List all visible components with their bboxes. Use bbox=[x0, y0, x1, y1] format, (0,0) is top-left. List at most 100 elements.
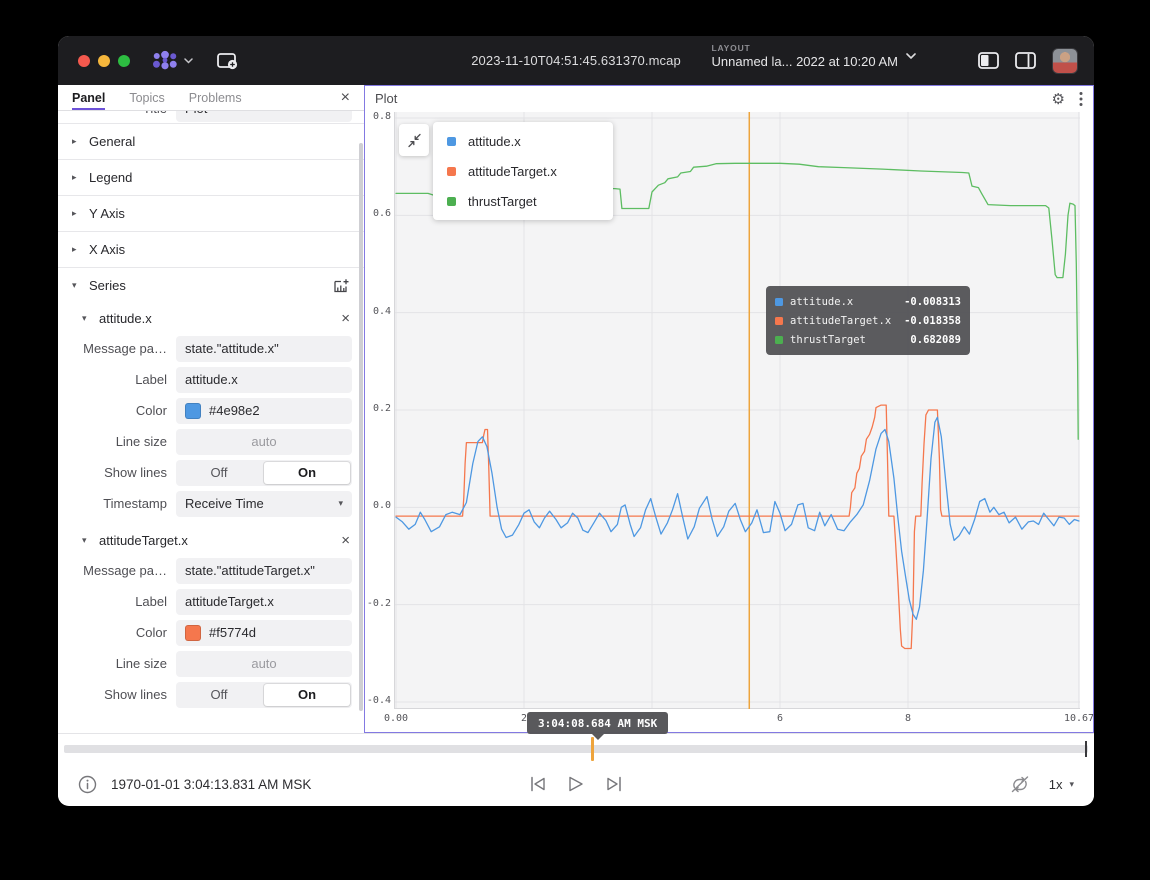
tab-panel[interactable]: Panel bbox=[72, 85, 105, 110]
show-lines-row: Show lines Off On bbox=[58, 679, 364, 710]
series-attitude-target-x-header[interactable]: ▾ attitudeTarget.x × bbox=[58, 525, 364, 555]
title-field-input[interactable]: Plot bbox=[176, 111, 352, 122]
play-button[interactable] bbox=[567, 775, 586, 793]
label-input[interactable]: attitudeTarget.x bbox=[176, 589, 352, 615]
color-input[interactable]: #f5774d bbox=[176, 620, 352, 646]
maximize-window-button[interactable] bbox=[118, 55, 130, 67]
section-general-label: General bbox=[89, 134, 135, 149]
message-path-row: Message pa… state."attitude.x" bbox=[58, 333, 364, 364]
app-menu-button[interactable] bbox=[152, 50, 193, 71]
color-swatch[interactable] bbox=[185, 403, 201, 419]
layout-label: LAYOUT bbox=[712, 43, 898, 54]
collapse-legend-button[interactable] bbox=[399, 124, 429, 156]
series-attitude-target-x-name: attitudeTarget.x bbox=[99, 533, 188, 548]
foxglove-logo-icon bbox=[152, 50, 178, 71]
x-tick: 6 bbox=[758, 713, 802, 724]
section-x-axis-label: X Axis bbox=[89, 242, 125, 257]
legend-item[interactable]: attitude.x bbox=[433, 126, 613, 156]
add-panel-icon bbox=[215, 51, 239, 71]
playback-speed-select[interactable]: 1x ▾ bbox=[1049, 777, 1074, 792]
section-y-axis-label: Y Axis bbox=[89, 206, 125, 221]
add-series-icon[interactable] bbox=[333, 277, 350, 294]
section-legend[interactable]: ▸ Legend bbox=[58, 159, 364, 195]
tooltip-series-name: attitude.x bbox=[790, 296, 853, 308]
close-sidebar-button[interactable]: × bbox=[341, 90, 350, 106]
y-tick: 0.2 bbox=[365, 403, 391, 414]
plot-panel-header[interactable]: Plot ⚙ bbox=[365, 86, 1093, 111]
x-tick: 10.67 bbox=[1057, 713, 1094, 724]
sidebar-scrollbar[interactable] bbox=[359, 143, 363, 711]
caret-down-icon: ▾ bbox=[82, 535, 90, 546]
user-avatar[interactable] bbox=[1052, 48, 1078, 74]
show-lines-off-button[interactable]: Off bbox=[176, 460, 262, 486]
message-path-label: Message pa… bbox=[58, 563, 176, 578]
close-window-button[interactable] bbox=[78, 55, 90, 67]
label-input[interactable]: attitude.x bbox=[176, 367, 352, 393]
y-tick: -0.2 bbox=[365, 598, 391, 609]
section-series[interactable]: ▾ Series bbox=[58, 267, 364, 303]
timestamp-row: Timestamp Receive Time ▾ bbox=[58, 488, 364, 519]
show-lines-toggle: Off On bbox=[176, 682, 352, 708]
color-input[interactable]: #4e98e2 bbox=[176, 398, 352, 424]
sidebar-tabs: Panel Topics Problems × bbox=[58, 85, 364, 111]
label-row: Label attitude.x bbox=[58, 364, 364, 395]
collapse-arrows-icon bbox=[407, 132, 422, 149]
remove-series-icon[interactable]: × bbox=[341, 532, 350, 549]
layout-name: Unnamed la... 2022 at 10:20 AM bbox=[712, 54, 898, 70]
tooltip-row: attitudeTarget.x -0.018358 bbox=[775, 311, 961, 330]
tab-topics[interactable]: Topics bbox=[129, 85, 164, 110]
minimize-window-button[interactable] bbox=[98, 55, 110, 67]
series-attitude-x-header[interactable]: ▾ attitude.x × bbox=[58, 303, 364, 333]
section-x-axis[interactable]: ▸ X Axis bbox=[58, 231, 364, 267]
app-window: 2023-11-10T04:51:45.631370.mcap LAYOUT U… bbox=[58, 36, 1094, 806]
toggle-left-sidebar-button[interactable] bbox=[978, 52, 999, 69]
title-field-label: Title bbox=[58, 111, 176, 116]
timestamp-select[interactable]: Receive Time ▾ bbox=[176, 491, 352, 517]
line-size-input[interactable]: auto bbox=[176, 651, 352, 677]
message-path-input[interactable]: state."attitudeTarget.x" bbox=[176, 558, 352, 584]
label-label: Label bbox=[58, 594, 176, 609]
section-legend-label: Legend bbox=[89, 170, 132, 185]
line-size-input[interactable]: auto bbox=[176, 429, 352, 455]
caret-down-icon: ▾ bbox=[82, 313, 90, 324]
color-swatch[interactable] bbox=[185, 625, 201, 641]
section-y-axis[interactable]: ▸ Y Axis bbox=[58, 195, 364, 231]
label-row: Label attitudeTarget.x bbox=[58, 586, 364, 617]
seek-backward-button[interactable] bbox=[528, 775, 549, 793]
legend-item[interactable]: attitudeTarget.x bbox=[433, 156, 613, 186]
show-lines-on-button[interactable]: On bbox=[264, 684, 350, 706]
color-row: Color #f5774d bbox=[58, 617, 364, 648]
section-general[interactable]: ▸ General bbox=[58, 123, 364, 159]
remove-series-icon[interactable]: × bbox=[341, 310, 350, 327]
caret-right-icon: ▸ bbox=[72, 172, 80, 183]
show-lines-row: Show lines Off On bbox=[58, 457, 364, 488]
loop-disabled-icon[interactable] bbox=[1009, 775, 1031, 794]
section-series-label: Series bbox=[89, 278, 126, 293]
tooltip-swatch bbox=[775, 317, 783, 325]
hover-tooltip: attitude.x -0.008313 attitudeTarget.x -0… bbox=[766, 286, 970, 355]
show-lines-off-button[interactable]: Off bbox=[176, 682, 262, 708]
tab-problems[interactable]: Problems bbox=[189, 85, 242, 110]
timeline-end-marker bbox=[1085, 741, 1087, 757]
add-panel-button[interactable] bbox=[215, 51, 239, 71]
tooltip-series-name: thrustTarget bbox=[790, 334, 866, 346]
chevron-down-icon bbox=[184, 58, 193, 64]
timeline-track[interactable] bbox=[64, 745, 1088, 753]
message-path-input[interactable]: state."attitude.x" bbox=[176, 336, 352, 362]
panel-menu-kebab-icon[interactable] bbox=[1079, 91, 1083, 107]
layout-selector[interactable]: LAYOUT Unnamed la... 2022 at 10:20 AM bbox=[712, 43, 916, 70]
show-lines-on-button[interactable]: On bbox=[264, 462, 350, 484]
info-icon[interactable] bbox=[78, 775, 97, 794]
seek-forward-button[interactable] bbox=[604, 775, 625, 793]
y-tick: 0.0 bbox=[365, 500, 391, 511]
plot-legend: attitude.x attitudeTarget.x thrustTarget bbox=[433, 122, 613, 220]
panel-settings-gear-icon[interactable]: ⚙ bbox=[1052, 90, 1065, 108]
clipped-title-row: Title Plot bbox=[58, 111, 364, 123]
toggle-right-sidebar-button[interactable] bbox=[1015, 52, 1036, 69]
playhead-marker[interactable] bbox=[591, 737, 594, 761]
caret-right-icon: ▸ bbox=[72, 136, 80, 147]
panel-settings-sidebar: Panel Topics Problems × Title Plot ▸ Gen… bbox=[58, 85, 364, 733]
legend-item[interactable]: thrustTarget bbox=[433, 186, 613, 216]
caret-right-icon: ▸ bbox=[72, 208, 80, 219]
legend-swatch bbox=[447, 167, 456, 176]
